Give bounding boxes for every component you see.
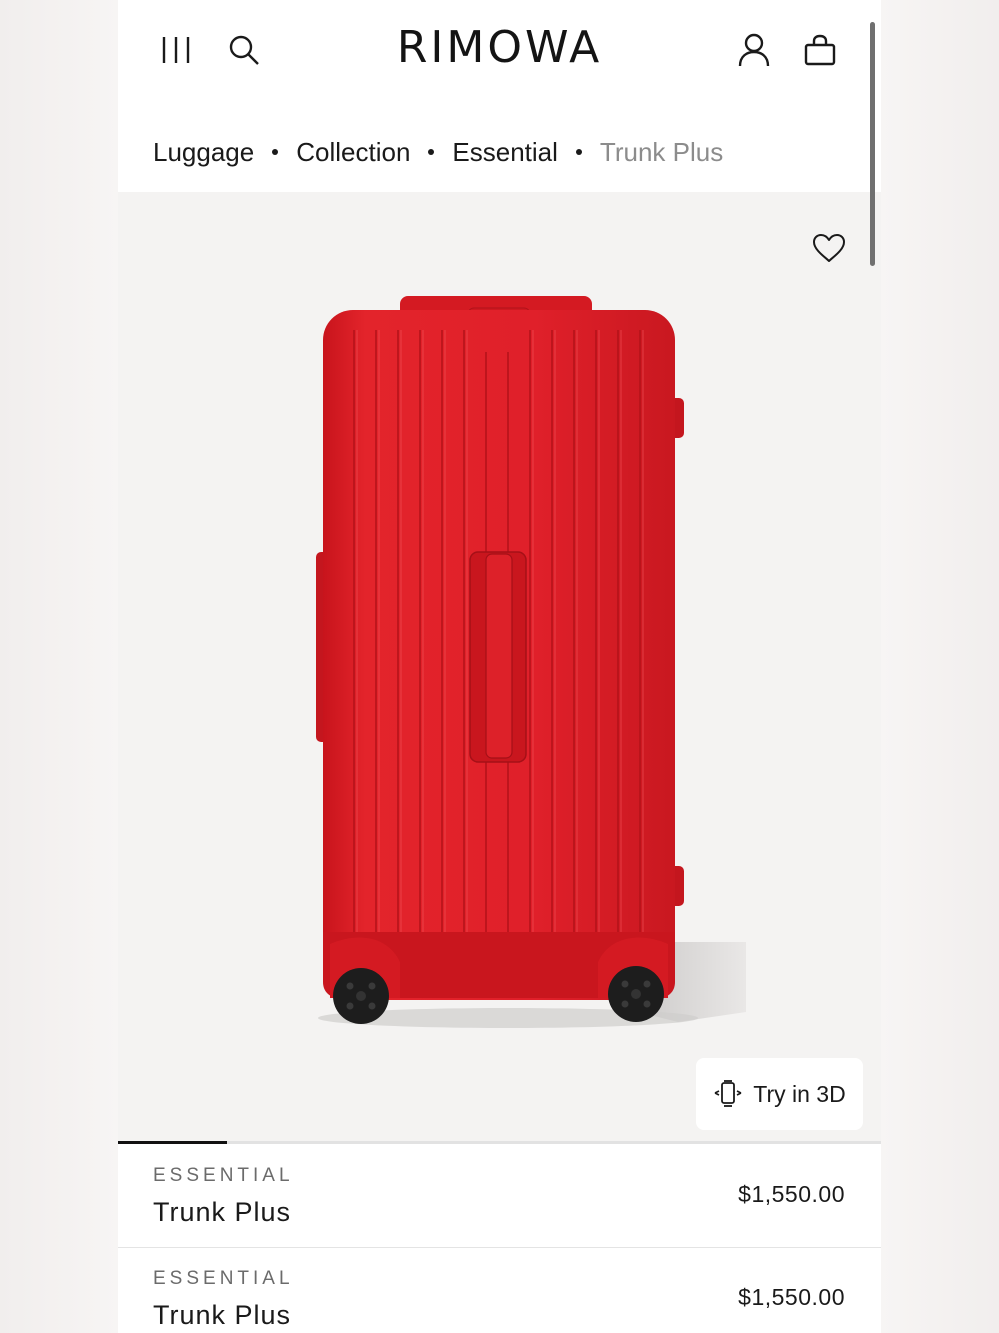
heart-icon xyxy=(813,234,845,262)
site-header: RIMOWA xyxy=(118,0,881,100)
product-collection-label: ESSENTIAL xyxy=(153,1268,294,1289)
wishlist-button[interactable] xyxy=(804,228,854,268)
account-icon xyxy=(738,33,770,67)
page-scrollbar[interactable] xyxy=(870,22,875,266)
gallery-progress-track xyxy=(118,1141,881,1144)
shopping-bag-button[interactable] xyxy=(798,28,842,72)
product-collection-label: ESSENTIAL xyxy=(153,1165,294,1186)
product-price: $1,550.00 xyxy=(738,1284,845,1310)
breadcrumb-separator xyxy=(428,149,435,155)
breadcrumb-luggage[interactable]: Luggage xyxy=(153,137,254,168)
gallery-progress-fill xyxy=(118,1141,228,1144)
page-backdrop-left xyxy=(0,0,118,1333)
page-backdrop-right xyxy=(881,0,999,1333)
try-in-3d-button[interactable]: Try in 3D xyxy=(696,1058,863,1130)
brand-logo-text: RIMOWA xyxy=(396,22,603,73)
product-price: $1,550.00 xyxy=(738,1181,845,1207)
product-image-suitcase xyxy=(316,296,746,1028)
try-in-3d-label: Try in 3D xyxy=(753,1080,846,1107)
breadcrumb-trunk-plus: Trunk Plus xyxy=(599,136,724,167)
wheel-left xyxy=(333,968,389,1024)
product-name: Trunk Plus xyxy=(153,1300,292,1330)
breadcrumb-collection[interactable]: Collection xyxy=(296,137,410,168)
breadcrumb: Luggage Collection Essential Trunk Plus xyxy=(153,134,723,170)
product-row[interactable]: ESSENTIAL Trunk Plus $1,550.00 xyxy=(118,1248,881,1333)
shopping-bag-icon xyxy=(804,34,836,66)
product-image-gallery[interactable] xyxy=(118,192,881,1142)
breadcrumb-separator xyxy=(272,149,279,155)
account-button[interactable] xyxy=(732,28,776,72)
ar-cube-icon xyxy=(714,1080,742,1107)
product-row[interactable]: ESSENTIAL Trunk Plus $1,550.00 xyxy=(118,1145,881,1248)
breadcrumb-essential[interactable]: Essential xyxy=(452,137,558,168)
product-name: Trunk Plus xyxy=(153,1197,292,1227)
mobile-viewport: RIMOWA Luggage Collection Essential Trun… xyxy=(118,0,881,1333)
breadcrumb-separator xyxy=(575,149,582,155)
